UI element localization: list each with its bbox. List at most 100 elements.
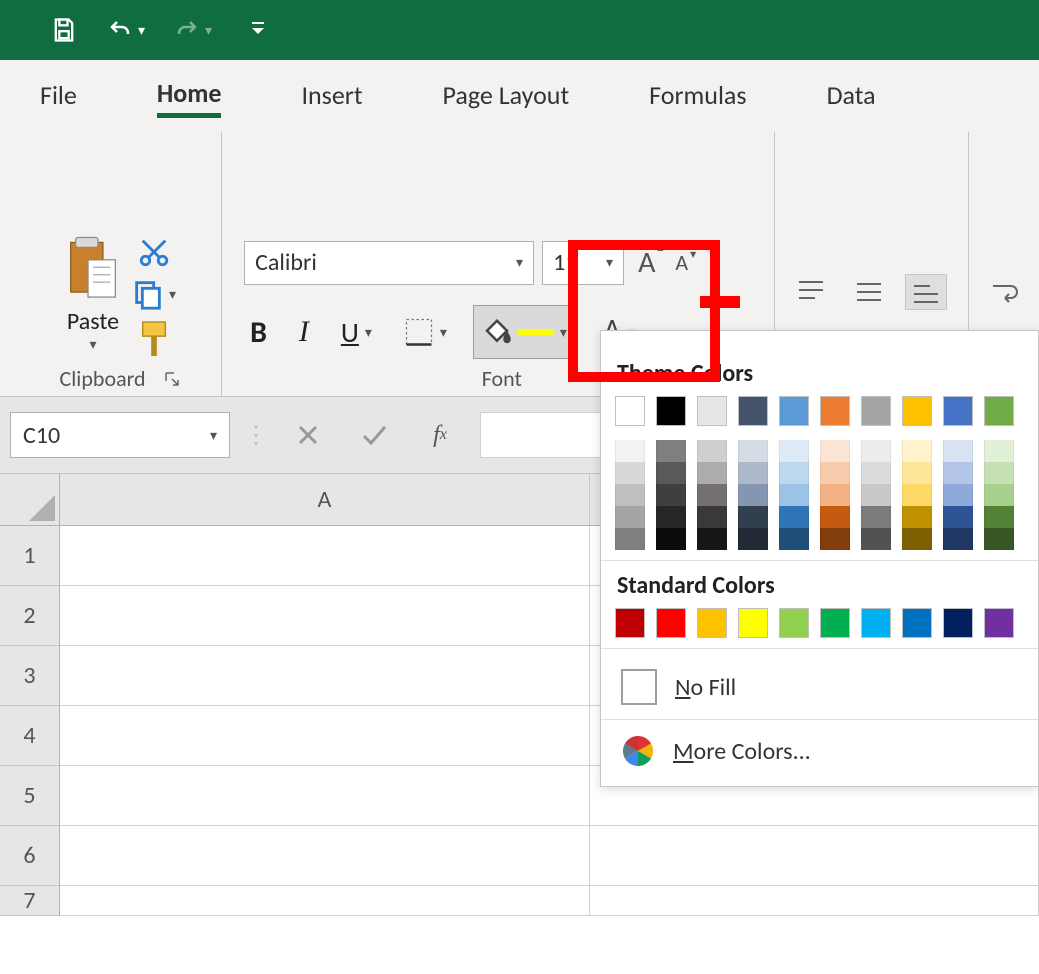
color-swatch[interactable]	[984, 396, 1014, 426]
color-swatch[interactable]	[984, 608, 1014, 638]
row-header[interactable]: 1	[0, 526, 60, 586]
color-swatch[interactable]	[697, 396, 727, 426]
dialog-launcher-icon[interactable]	[164, 371, 180, 387]
color-swatch[interactable]	[820, 440, 850, 462]
color-swatch[interactable]	[943, 462, 973, 484]
color-swatch[interactable]	[697, 440, 727, 462]
format-painter-button[interactable]	[137, 319, 171, 359]
color-swatch[interactable]	[697, 608, 727, 638]
italic-button[interactable]: I	[293, 311, 315, 353]
color-swatch[interactable]	[738, 396, 768, 426]
color-swatch[interactable]	[697, 462, 727, 484]
color-swatch[interactable]	[615, 440, 645, 462]
color-swatch[interactable]	[779, 462, 809, 484]
color-swatch[interactable]	[656, 462, 686, 484]
cancel-formula-button[interactable]	[282, 412, 334, 458]
cell[interactable]	[590, 886, 1039, 916]
color-swatch[interactable]	[820, 462, 850, 484]
color-swatch[interactable]	[779, 608, 809, 638]
undo-button[interactable]: ▾	[106, 18, 145, 42]
color-swatch[interactable]	[697, 484, 727, 506]
customize-qat-button[interactable]	[250, 20, 266, 40]
color-swatch[interactable]	[738, 528, 768, 550]
color-swatch[interactable]	[902, 462, 932, 484]
align-top-button[interactable]	[789, 275, 833, 309]
row-header[interactable]: 6	[0, 826, 60, 886]
color-swatch[interactable]	[656, 396, 686, 426]
color-swatch[interactable]	[615, 396, 645, 426]
color-swatch[interactable]	[861, 396, 891, 426]
color-swatch[interactable]	[943, 528, 973, 550]
select-all-corner[interactable]	[0, 474, 60, 526]
color-swatch[interactable]	[820, 484, 850, 506]
cell[interactable]	[60, 706, 590, 766]
color-swatch[interactable]	[943, 484, 973, 506]
color-swatch[interactable]	[943, 506, 973, 528]
row-header[interactable]: 5	[0, 766, 60, 826]
color-swatch[interactable]	[984, 506, 1014, 528]
color-swatch[interactable]	[943, 440, 973, 462]
color-swatch[interactable]	[615, 528, 645, 550]
tab-file[interactable]: File	[40, 75, 77, 115]
color-swatch[interactable]	[656, 528, 686, 550]
color-swatch[interactable]	[779, 396, 809, 426]
no-fill-button[interactable]: No Fill	[615, 659, 1024, 715]
color-swatch[interactable]	[984, 462, 1014, 484]
cell[interactable]	[60, 526, 590, 586]
column-header[interactable]: A	[60, 474, 590, 526]
color-swatch[interactable]	[656, 608, 686, 638]
color-swatch[interactable]	[861, 440, 891, 462]
cut-button[interactable]	[137, 235, 171, 269]
color-swatch[interactable]	[861, 484, 891, 506]
bold-button[interactable]: B	[244, 310, 273, 355]
underline-button[interactable]: U▾	[335, 311, 378, 354]
borders-button[interactable]: ▾	[398, 313, 453, 351]
enter-formula-button[interactable]	[348, 412, 400, 458]
cell[interactable]	[590, 826, 1039, 886]
paste-button[interactable]: Paste ▾	[63, 235, 123, 353]
fill-color-button[interactable]: ▾	[473, 305, 576, 359]
save-icon[interactable]	[50, 16, 78, 44]
align-middle-button[interactable]	[847, 275, 891, 309]
color-swatch[interactable]	[738, 484, 768, 506]
tab-home[interactable]: Home	[157, 73, 222, 118]
color-swatch[interactable]	[738, 608, 768, 638]
color-swatch[interactable]	[902, 506, 932, 528]
color-swatch[interactable]	[820, 396, 850, 426]
color-swatch[interactable]	[902, 484, 932, 506]
color-swatch[interactable]	[738, 440, 768, 462]
color-swatch[interactable]	[984, 484, 1014, 506]
row-header[interactable]: 7	[0, 886, 60, 916]
cell[interactable]	[60, 886, 590, 916]
color-swatch[interactable]	[615, 462, 645, 484]
color-swatch[interactable]	[779, 528, 809, 550]
font-name-combo[interactable]: Calibri ▾	[244, 241, 534, 285]
tab-formulas[interactable]: Formulas	[649, 75, 746, 115]
color-swatch[interactable]	[820, 528, 850, 550]
color-swatch[interactable]	[656, 440, 686, 462]
insert-function-button[interactable]: fx	[414, 412, 466, 458]
color-swatch[interactable]	[902, 396, 932, 426]
color-swatch[interactable]	[943, 396, 973, 426]
color-swatch[interactable]	[902, 528, 932, 550]
cell[interactable]	[60, 586, 590, 646]
color-swatch[interactable]	[779, 440, 809, 462]
align-bottom-button[interactable]	[905, 274, 947, 310]
color-swatch[interactable]	[615, 484, 645, 506]
color-swatch[interactable]	[820, 506, 850, 528]
color-swatch[interactable]	[984, 528, 1014, 550]
redo-button[interactable]: ▾	[173, 18, 212, 42]
tab-data[interactable]: Data	[827, 75, 876, 115]
color-swatch[interactable]	[697, 506, 727, 528]
color-swatch[interactable]	[943, 608, 973, 638]
color-swatch[interactable]	[861, 608, 891, 638]
increase-font-size-button[interactable]: A▴	[632, 240, 661, 285]
color-swatch[interactable]	[738, 506, 768, 528]
color-swatch[interactable]	[697, 528, 727, 550]
cell[interactable]	[60, 646, 590, 706]
color-swatch[interactable]	[738, 462, 768, 484]
copy-button[interactable]: ▾	[131, 277, 176, 311]
wrap-text-button[interactable]	[983, 276, 1025, 310]
color-swatch[interactable]	[779, 506, 809, 528]
cell[interactable]	[60, 766, 590, 826]
